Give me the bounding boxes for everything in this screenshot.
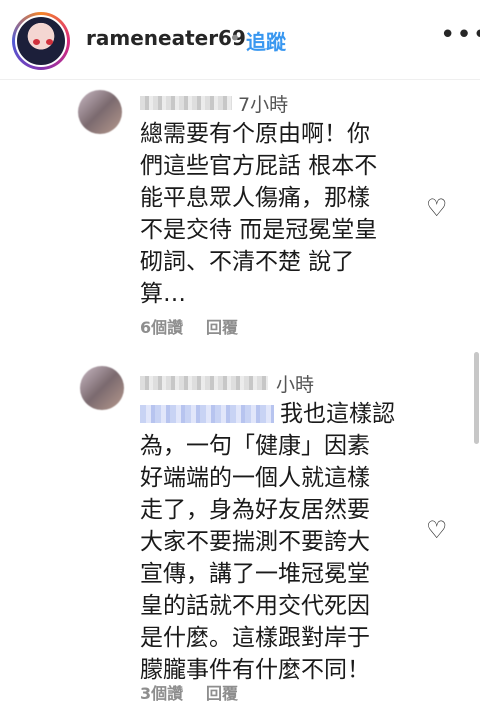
reply-button[interactable]: 回覆 <box>206 314 238 338</box>
follow-button[interactable]: 追蹤 <box>246 26 286 55</box>
redacted-mention[interactable] <box>140 405 274 423</box>
commenter-avatar[interactable] <box>80 366 124 410</box>
redacted-username[interactable] <box>140 96 232 110</box>
post-header: rameneater69 • 追蹤 ••• <box>0 0 480 80</box>
more-horizontal-icon[interactable]: ••• <box>440 20 480 50</box>
profile-avatar-ring[interactable] <box>12 12 70 70</box>
reply-button[interactable]: 回覆 <box>206 680 238 704</box>
comment-text-first-line: 我也這樣認 <box>280 401 395 427</box>
scrollbar[interactable] <box>474 352 479 444</box>
comment-time: 7小時 <box>238 94 289 116</box>
comment-text: 為，一句「健康」因素 好端端的一個人就這樣 走了，身為好友居然要 大家不要揣測不… <box>140 433 370 683</box>
comment-time: 小時 <box>276 374 315 396</box>
heart-icon[interactable]: ♡ <box>426 194 448 222</box>
redacted-username[interactable] <box>140 376 268 390</box>
commenter-avatar[interactable] <box>78 90 122 134</box>
heart-icon[interactable]: ♡ <box>426 516 448 544</box>
separator-dot: • <box>229 26 241 50</box>
avatar-eye <box>46 39 53 45</box>
like-count[interactable]: 6個讚 <box>140 314 183 338</box>
like-count[interactable]: 3個讚 <box>140 680 183 704</box>
comment-text: 總需要有个原由啊！你 們這些官方屁話 根本不 能平息眾人傷痛，那樣 不是交待 而… <box>140 121 378 307</box>
avatar-eye <box>33 39 40 45</box>
username-link[interactable]: rameneater69 <box>86 26 246 50</box>
profile-avatar[interactable] <box>15 15 67 67</box>
